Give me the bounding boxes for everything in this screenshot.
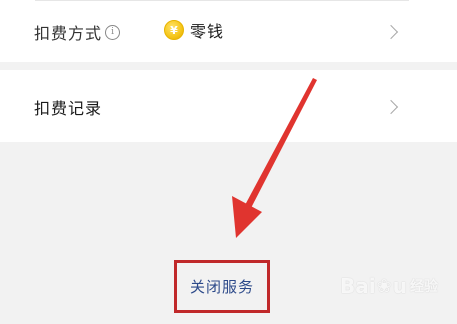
chevron-right-icon (383, 24, 399, 40)
arrow-head (232, 196, 262, 238)
payment-method-label-group: 扣费方式 i (34, 20, 121, 44)
payment-method-row[interactable]: 扣费方式 i ¥ 零钱 (0, 0, 457, 62)
paw-icon: ❀ (376, 275, 392, 297)
payment-method-value: ¥ 零钱 (164, 18, 224, 42)
close-service-button[interactable]: 关闭服务 (174, 260, 270, 313)
divider (35, 0, 409, 1)
coin-icon: ¥ (164, 20, 184, 40)
close-service-label: 关闭服务 (189, 278, 254, 296)
payment-method-text: 零钱 (190, 22, 225, 41)
page: 扣费方式 i ¥ 零钱 扣费记录 关闭服务 Bai ❀ u 经验 (0, 0, 457, 324)
billing-records-row[interactable]: 扣费记录 (0, 70, 457, 142)
watermark-sub: 经验 (409, 279, 438, 295)
watermark-brand-right: u (392, 274, 407, 298)
info-icon[interactable]: i (105, 24, 121, 40)
watermark-brand-left: Bai (340, 274, 376, 298)
billing-records-label: 扣费记录 (34, 99, 103, 118)
payment-method-label: 扣费方式 (34, 24, 103, 43)
watermark-logo: Bai ❀ u 经验 (340, 274, 438, 298)
chevron-right-icon (383, 99, 399, 115)
